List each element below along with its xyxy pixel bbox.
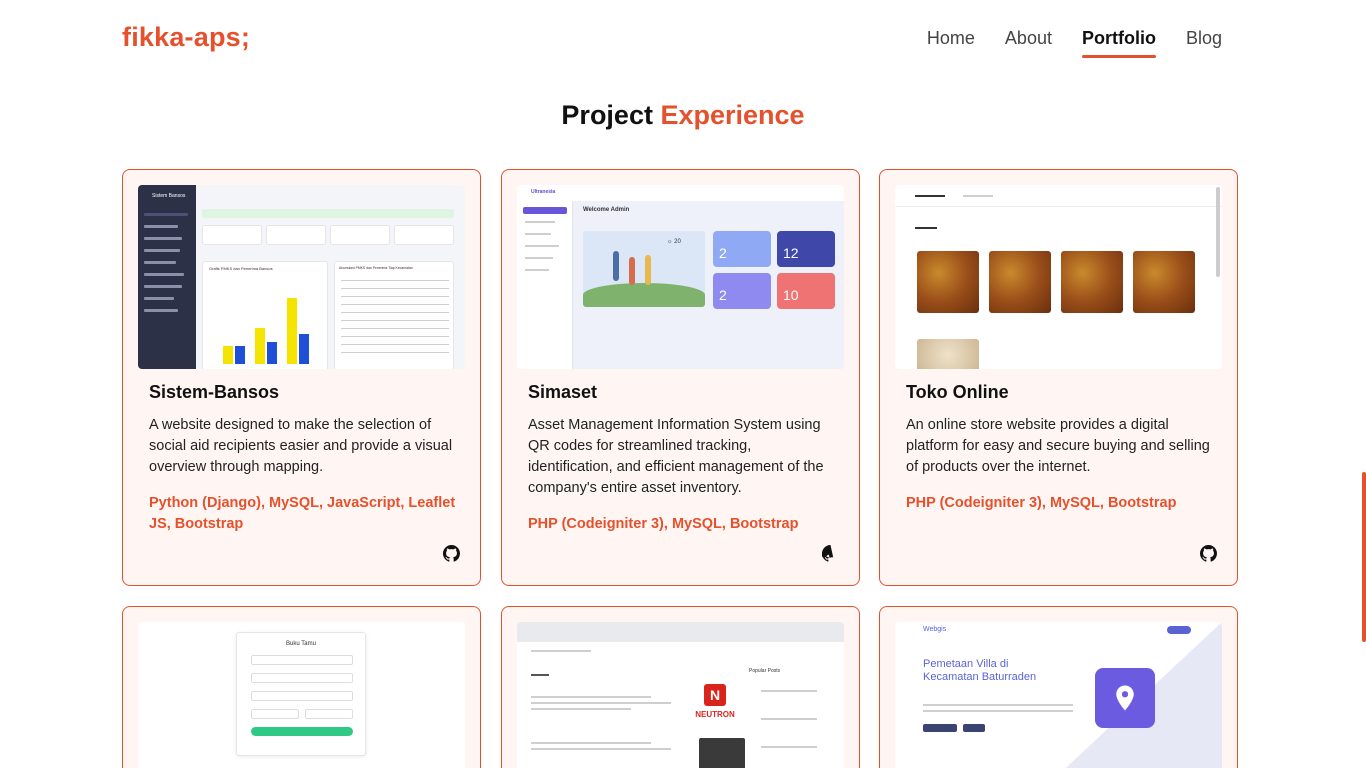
thumb-product-image [1133,251,1195,313]
project-card: N NEUTRON Popular Posts [501,606,860,768]
site-header: fikka-aps; Home About Portfolio Blog [0,0,1366,80]
project-description: Asset Management Information System usin… [528,417,824,496]
thumb-background-shape [1065,622,1222,768]
thumb-sidebar: Sistem Bansos [138,185,196,369]
thumb-app-name: Sistem Bansos [152,193,186,199]
nav-about[interactable]: About [1005,28,1052,55]
nav-portfolio[interactable]: Portfolio [1081,28,1156,58]
project-card: Buku Tamu [122,606,481,768]
project-screenshot[interactable] [895,185,1222,369]
main-nav: Home About Portfolio Blog [927,28,1222,58]
map-pin-icon [1095,668,1155,728]
thumb-app-name: Ultranesia [531,189,556,195]
thumb-tile-value: 10 [783,287,799,303]
project-screenshot[interactable]: Buku Tamu [138,622,465,768]
nav-home[interactable]: Home [927,28,975,55]
thumb-product-image [1061,251,1123,313]
page-scrollbar[interactable] [1362,472,1366,642]
project-tech-stack: PHP (Codeigniter 3), MySQL, Bootstrap [528,516,799,532]
project-screenshot[interactable]: Webgis Pemetaan Villa di Kecamatan Batur… [895,622,1222,768]
section-title: Project Experience [0,100,1366,131]
thumb-logo: Webgis [923,626,947,633]
brand-logo[interactable]: fikka-aps; [122,22,250,53]
project-card: Ultranesia Welcome Admin ☼ 20 2 12 2 10 … [501,169,860,586]
project-description: A website designed to make the selection… [149,417,453,475]
thumb-tile-value: 12 [783,245,799,261]
project-screenshot[interactable]: N NEUTRON Popular Posts [517,622,844,768]
nav-blog[interactable]: Blog [1186,28,1222,55]
project-title: Simaset [528,382,598,402]
thumb-section-title: Popular Posts [749,668,781,674]
project-screenshot[interactable]: Ultranesia Welcome Admin ☼ 20 2 12 2 10 [517,185,844,369]
github-icon[interactable] [822,545,839,562]
project-tech-stack: PHP (Codeigniter 3), MySQL, Bootstrap [906,495,1177,511]
project-title: Sistem-Bansos [149,382,280,402]
project-screenshot[interactable]: Sistem Bansos Grafik PMKS dan Penerima B… [138,185,465,369]
thumb-tile-value: 2 [719,287,727,303]
thumb-product-image [917,251,979,313]
thumb-brand-text: NEUTRON [695,710,735,719]
github-icon[interactable] [1200,545,1217,562]
thumb-headline: Pemetaan Villa di Kecamatan Baturraden [923,658,1037,683]
project-card: Webgis Pemetaan Villa di Kecamatan Batur… [879,606,1238,768]
thumb-chart-title: Grafik PMKS dan Penerima Bansos [209,266,273,271]
project-description: An online store website provides a digit… [906,417,1210,475]
thumb-product-image [989,251,1051,313]
project-title: Toko Online [906,382,1009,402]
thumb-form-title: Buku Tamu [286,641,316,647]
section-title-main: Project [561,100,653,130]
github-icon[interactable] [443,545,460,562]
thumb-tile-value: 2 [719,245,727,261]
thumb-table-title: Akumulasi PMKS dan Penerima Tiap Kecamat… [339,266,413,270]
thumb-welcome: Welcome Admin [583,207,630,213]
section-title-accent: Experience [660,100,805,130]
project-card: Toko Online An online store website prov… [879,169,1238,586]
project-card: Sistem Bansos Grafik PMKS dan Penerima B… [122,169,481,586]
project-tech-stack: Python (Django), MySQL, JavaScript, Leaf… [149,495,456,532]
